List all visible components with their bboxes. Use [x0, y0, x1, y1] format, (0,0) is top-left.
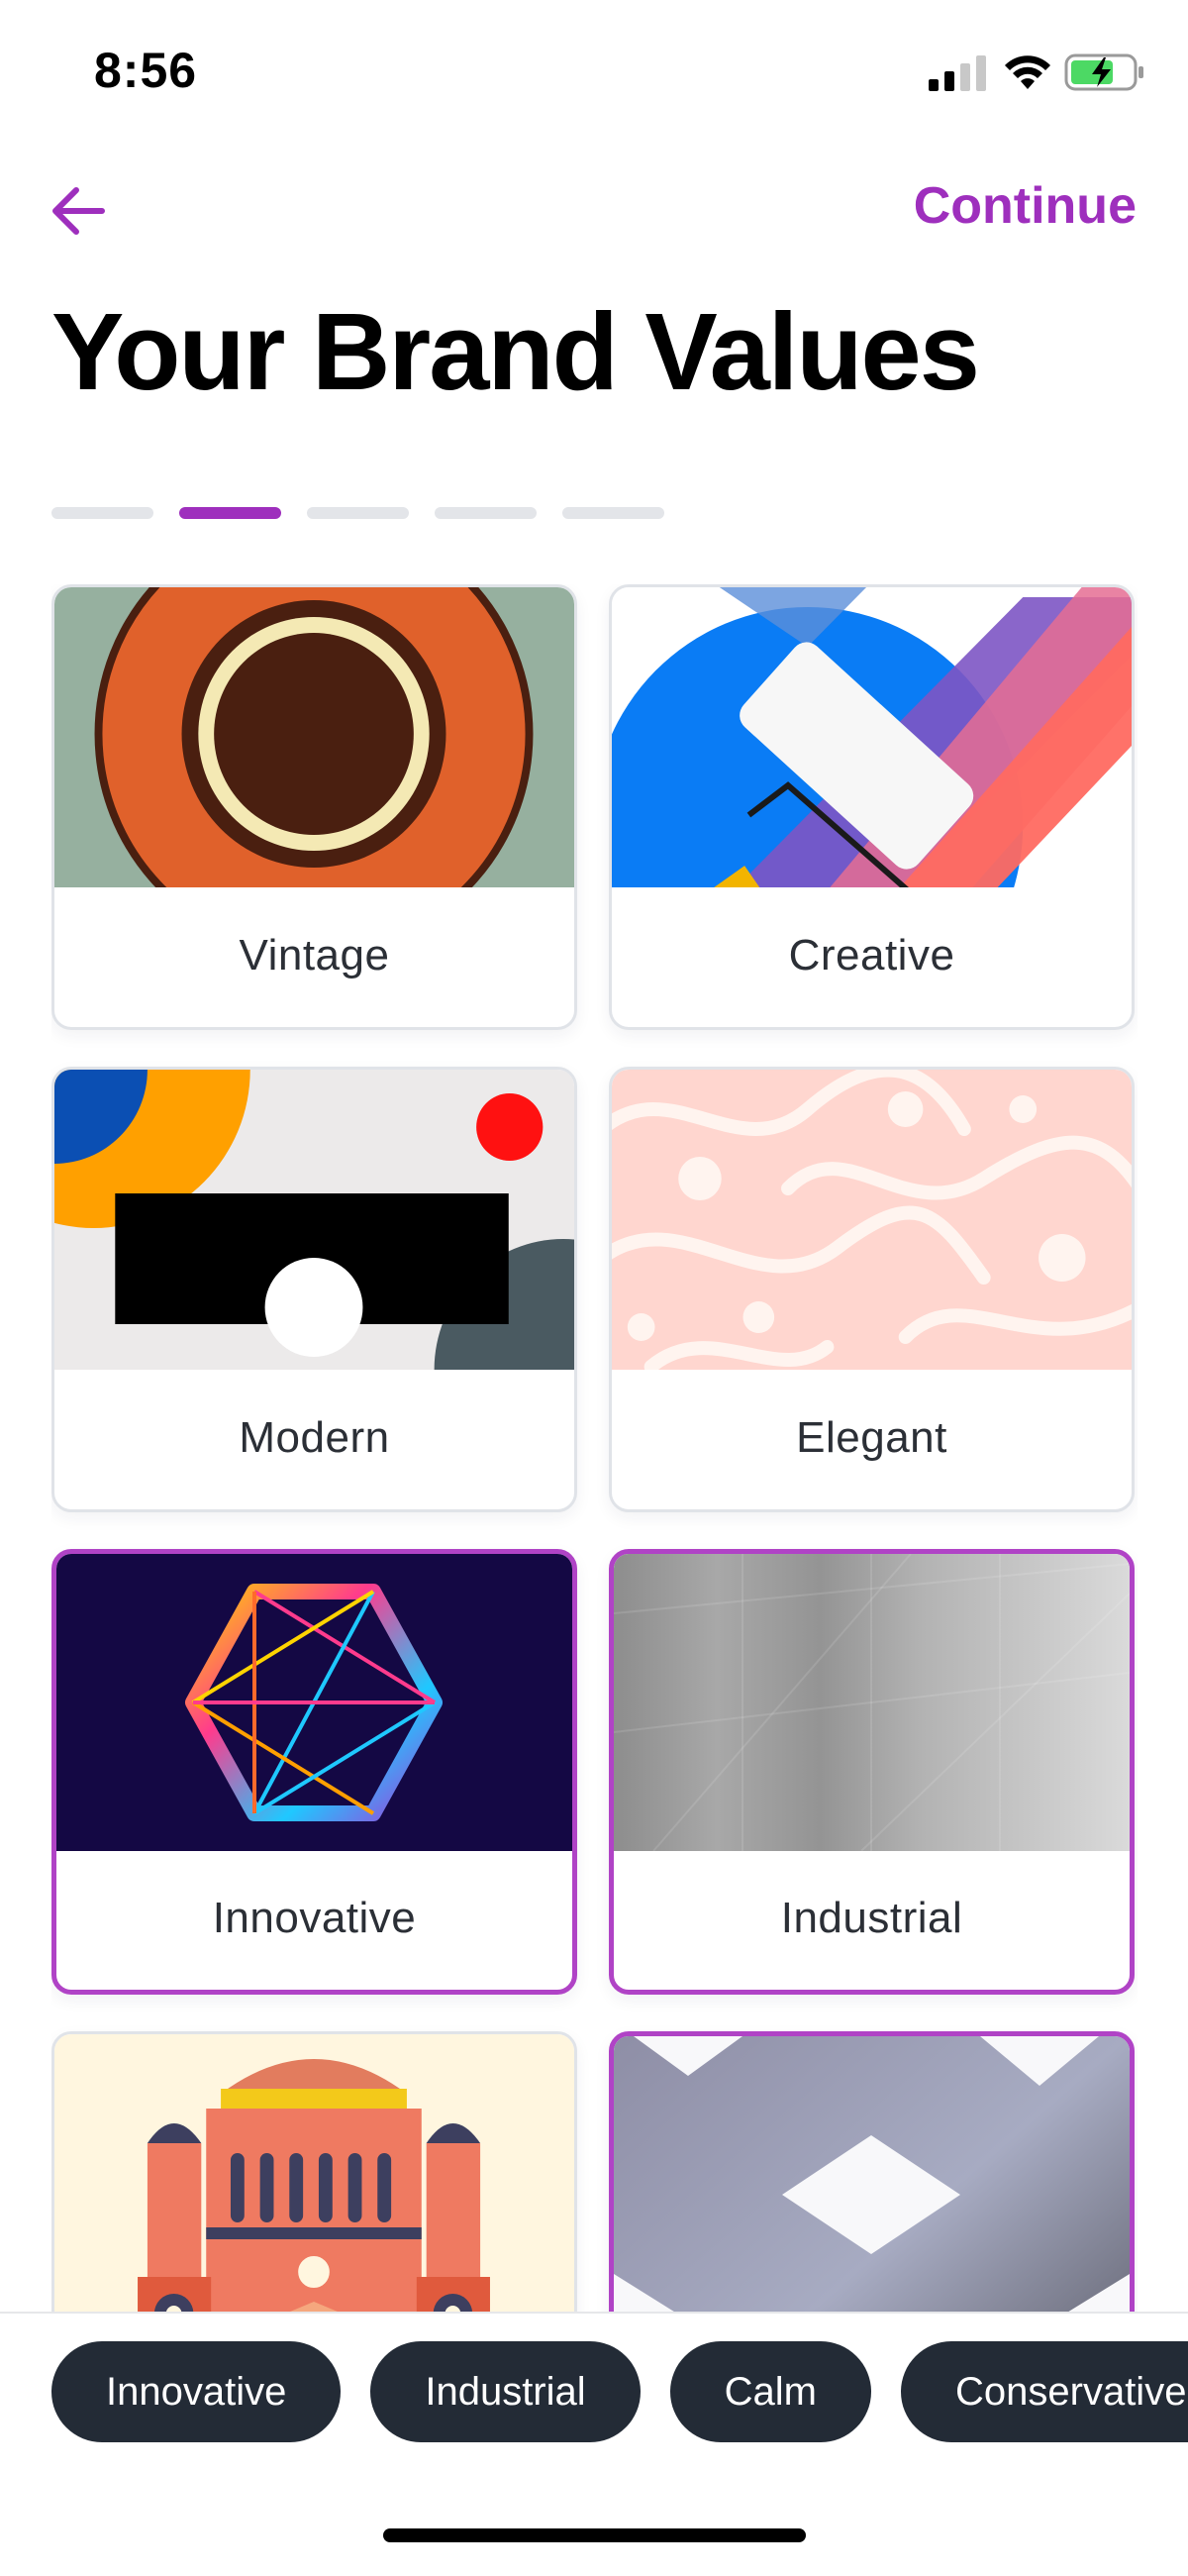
selected-chips: Innovative Industrial Calm Conservative	[51, 2341, 1188, 2442]
card-label: Innovative	[212, 1894, 417, 1942]
card-label: Industrial	[780, 1894, 963, 1942]
progress-step-1	[51, 507, 153, 519]
brand-values-grid: Vintage Creative Modern Elegant Innovati…	[51, 584, 1138, 2313]
chip-industrial[interactable]: Industrial	[370, 2341, 641, 2442]
card-label: Elegant	[796, 1413, 947, 1462]
chip-conservative[interactable]: Conservative	[901, 2341, 1188, 2442]
battery-charging-icon	[1064, 53, 1143, 91]
card-label: Creative	[788, 931, 955, 979]
value-card-modern[interactable]: Modern	[51, 1067, 577, 1512]
building-illustration	[54, 2034, 574, 2313]
progress-step-3	[307, 507, 409, 519]
card-label: Modern	[239, 1413, 390, 1462]
chip-calm[interactable]: Calm	[669, 2341, 871, 2442]
wifi-icon	[1005, 55, 1050, 89]
geometric-lattice-illustration	[614, 2036, 1130, 2313]
progress-step-4	[435, 507, 537, 519]
progress-step-5	[562, 507, 664, 519]
elegant-pattern-illustration	[612, 1070, 1132, 1370]
value-card-innovative[interactable]: Innovative	[51, 1549, 577, 1995]
value-card-industrial[interactable]: Industrial	[609, 1549, 1135, 1995]
progress-step-2-current	[179, 507, 281, 519]
value-card-creative[interactable]: Creative	[609, 584, 1135, 1030]
status-time: 8:56	[94, 43, 198, 98]
page-title: Your Brand Values	[51, 291, 980, 413]
value-card-elegant[interactable]: Elegant	[609, 1067, 1135, 1512]
creative-illustration	[612, 587, 1132, 887]
value-card-classic-architecture[interactable]	[51, 2031, 577, 2313]
vintage-illustration	[54, 587, 574, 887]
status-bar: 8:56	[0, 0, 1188, 149]
value-card-vintage[interactable]: Vintage	[51, 584, 577, 1030]
card-label: Vintage	[239, 931, 390, 979]
home-indicator	[383, 2528, 806, 2542]
back-button[interactable]	[45, 176, 114, 246]
value-card-geometric[interactable]	[609, 2031, 1135, 2313]
arrow-left-icon	[52, 187, 105, 235]
cellular-signal-icon	[929, 55, 986, 91]
modern-illustration	[54, 1070, 574, 1370]
industrial-metal-texture	[614, 1554, 1130, 1851]
innovative-illustration	[56, 1554, 572, 1851]
continue-button[interactable]: Continue	[914, 176, 1137, 236]
chip-innovative[interactable]: Innovative	[51, 2341, 342, 2442]
step-progress-indicator	[51, 507, 664, 521]
